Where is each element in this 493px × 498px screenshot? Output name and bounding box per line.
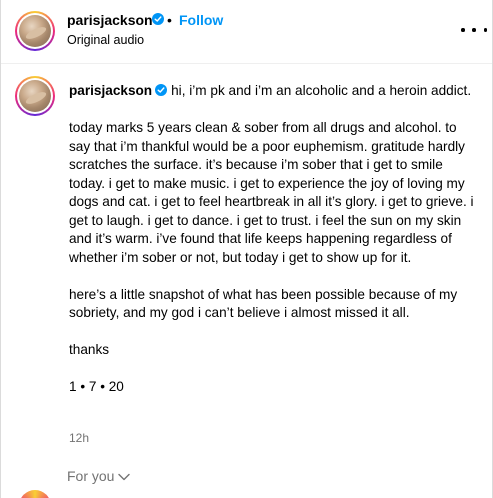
follow-button[interactable]: Follow	[179, 12, 223, 28]
post-timestamp[interactable]: 12h	[69, 431, 89, 445]
next-post-avatar[interactable]	[19, 490, 51, 498]
caption-first-line: parisjackson hi, i’m pk and i’m an alcoho…	[69, 82, 479, 101]
feed-filter-label: For you	[67, 468, 115, 484]
post-panel: parisjackson • Follow Original audio par…	[0, 0, 493, 498]
username-link[interactable]: parisjackson	[67, 12, 153, 28]
caption-intro: hi, i’m pk and i’m an alcoholic and a he…	[171, 83, 472, 98]
caption-paragraph: 1 • 7 • 20	[69, 379, 124, 394]
post-header: parisjackson • Follow Original audio	[1, 0, 492, 64]
caption: parisjackson hi, i’m pk and i’m an alcoho…	[69, 82, 479, 397]
caption-paragraph: here’s a little snapshot of what has bee…	[69, 286, 458, 321]
caption-avatar[interactable]	[15, 76, 55, 116]
feed-filter-dropdown[interactable]: For you	[67, 468, 131, 484]
more-options-icon[interactable]	[461, 20, 487, 40]
chevron-down-icon	[118, 468, 131, 484]
separator-dot: •	[167, 12, 172, 28]
avatar[interactable]	[15, 11, 55, 51]
verified-badge-icon	[155, 84, 168, 96]
caption-paragraph: today marks 5 years clean & sober from a…	[69, 120, 474, 265]
caption-username[interactable]: parisjackson	[69, 83, 152, 98]
verified-badge-icon	[152, 13, 164, 25]
audio-link[interactable]: Original audio	[67, 33, 144, 47]
caption-paragraph: thanks	[69, 342, 110, 357]
